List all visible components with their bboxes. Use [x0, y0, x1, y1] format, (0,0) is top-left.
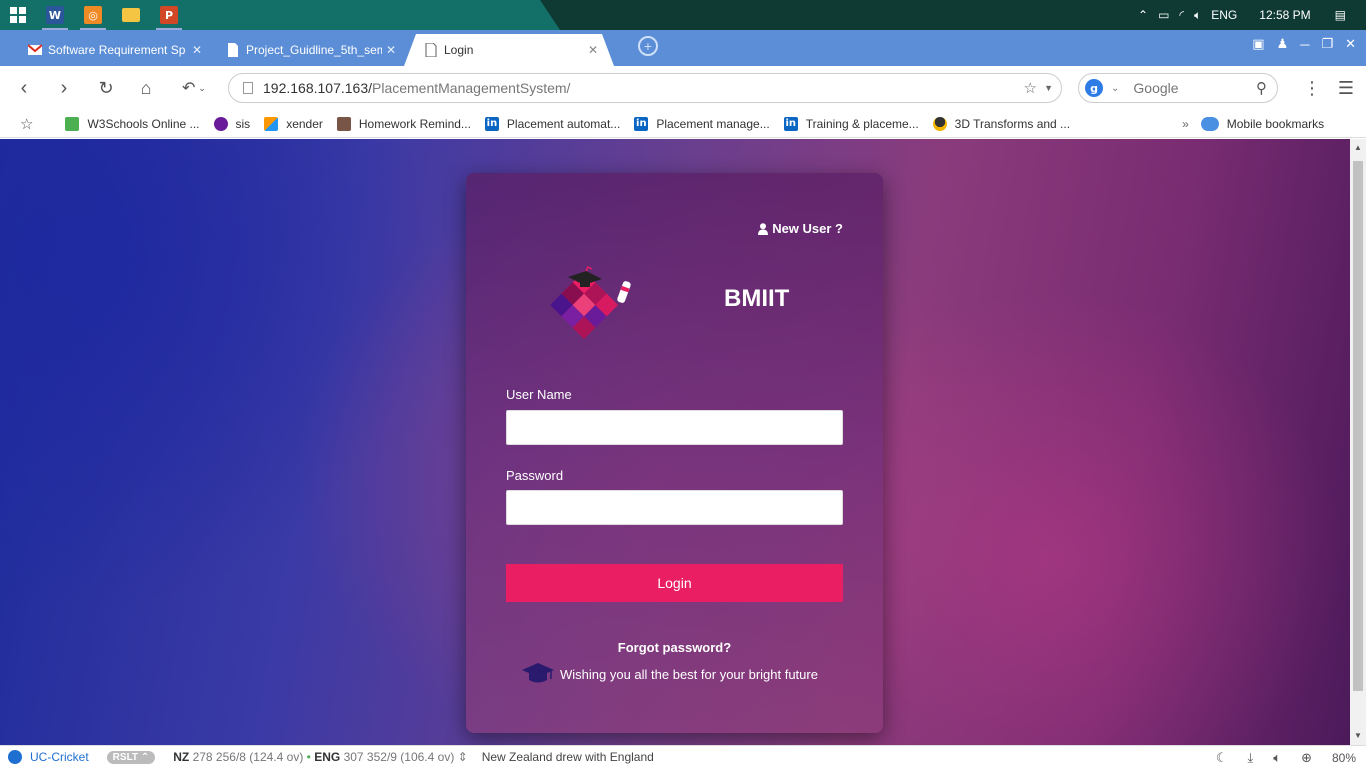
- search-input[interactable]: [1133, 80, 1244, 96]
- new-tab-icon[interactable]: +: [638, 36, 658, 56]
- zoom-level[interactable]: 80%: [1332, 751, 1356, 765]
- user-icon: [758, 222, 769, 235]
- document-icon: [424, 43, 438, 57]
- bookmark-sis[interactable]: sis: [213, 116, 250, 131]
- volume-icon[interactable]: 🔈︎: [1194, 8, 1201, 23]
- window-controls: ▣ ♟ ─ ❐ ✕: [1252, 30, 1366, 58]
- windows-start-icon[interactable]: [0, 0, 36, 30]
- zoom-icon[interactable]: ⊕: [1301, 750, 1312, 766]
- bookmark-star-icon[interactable]: ☆: [20, 115, 33, 133]
- password-label: Password: [506, 468, 564, 483]
- wish-message: Wishing you all the best for your bright…: [522, 663, 818, 685]
- gmail-icon: [28, 44, 42, 55]
- scroll-down-icon[interactable]: ▼: [1354, 731, 1362, 740]
- document-icon: [228, 43, 238, 57]
- google-icon[interactable]: g: [1085, 79, 1103, 97]
- bmiit-logo-icon: [550, 265, 631, 339]
- password-input[interactable]: [506, 490, 843, 525]
- restore-icon[interactable]: ❐: [1321, 36, 1333, 52]
- download-icon[interactable]: ⤓: [1248, 750, 1254, 766]
- bookmark-star-icon[interactable]: ☆: [1024, 79, 1037, 97]
- uc-cricket[interactable]: UC-Cricket: [8, 750, 89, 764]
- night-mode-icon[interactable]: ☾: [1216, 750, 1228, 766]
- w3schools-icon: [65, 116, 80, 131]
- username-label: User Name: [506, 387, 572, 402]
- linkedin-icon: in: [783, 116, 798, 131]
- match-result: New Zealand drew with England: [481, 750, 654, 764]
- menu-icon[interactable]: ☰: [1332, 74, 1360, 102]
- login-button[interactable]: Login: [506, 564, 843, 602]
- bookmark-homework[interactable]: Homework Remind...: [336, 116, 471, 131]
- linkedin-icon: in: [484, 116, 499, 131]
- battery-icon[interactable]: ▭: [1158, 8, 1169, 22]
- volume-icon[interactable]: 🔈︎: [1273, 750, 1281, 766]
- page-info-icon[interactable]: [243, 82, 253, 94]
- tab-strip: Software Requirement Sp ✕ Project_Guidli…: [0, 30, 1366, 66]
- file-explorer-icon[interactable]: [112, 0, 150, 30]
- minimize-icon[interactable]: ─: [1300, 37, 1309, 52]
- bookmarks-bar: ☆ W3Schools Online ... sis xender Homewo…: [0, 110, 1366, 138]
- home-icon[interactable]: ⌂: [132, 74, 160, 102]
- new-user-link[interactable]: New User ?: [758, 221, 843, 236]
- bookmark-xender[interactable]: xender: [264, 116, 323, 131]
- chevron-up-icon[interactable]: ⌃: [1138, 8, 1148, 22]
- page-background: New User ? BMIIT User Name Password Logi…: [0, 139, 1350, 745]
- system-tray: ⌃ ▭ ◜ 🔈︎ ENG 12:58 PM ▤: [1138, 0, 1366, 30]
- skin-icon[interactable]: ♟: [1277, 36, 1289, 52]
- linkedin-icon: in: [634, 116, 649, 131]
- word-icon[interactable]: W: [36, 0, 74, 30]
- xender-icon: [264, 116, 279, 131]
- graduation-cap-icon: [522, 663, 554, 683]
- windows-taskbar: W ◎ P ⌃ ▭ ◜ 🔈︎ ENG 12:58 PM ▤: [0, 0, 1366, 30]
- bookmark-placement-automation[interactable]: in Placement automat...: [484, 116, 620, 131]
- tab-close-icon[interactable]: ✕: [386, 43, 396, 57]
- cloud-icon: [1200, 116, 1219, 131]
- vertical-scrollbar[interactable]: ▲ ▼: [1350, 139, 1366, 745]
- login-card: New User ? BMIIT User Name Password Logi…: [466, 173, 883, 733]
- back-icon[interactable]: ‹: [10, 74, 38, 102]
- forgot-password-link[interactable]: Forgot password?: [466, 640, 883, 655]
- language-indicator[interactable]: ENG: [1211, 8, 1237, 22]
- tab-software-requirement[interactable]: Software Requirement Sp ✕: [18, 34, 212, 66]
- scroll-up-icon[interactable]: ▲: [1354, 143, 1362, 152]
- reload-icon[interactable]: ↻: [92, 74, 120, 102]
- uc-browser-icon[interactable]: ◎: [74, 0, 112, 30]
- more-options-icon[interactable]: ⋮: [1298, 74, 1326, 102]
- forward-icon[interactable]: ›: [50, 74, 78, 102]
- tab-manager-icon[interactable]: ▣: [1252, 36, 1264, 52]
- bookmark-3d-transforms[interactable]: 3D Transforms and ...: [932, 116, 1070, 131]
- tux-icon: [932, 116, 947, 131]
- browser-toolbar: ‹ › ↻ ⌂ ↶ ⌄ 192.168.107.163/PlacementMana…: [0, 66, 1366, 110]
- notifications-icon[interactable]: ▤: [1335, 8, 1346, 22]
- clock[interactable]: 12:58 PM: [1259, 8, 1310, 22]
- result-badge[interactable]: RSLT ⌃: [106, 750, 156, 764]
- bookmark-w3schools[interactable]: W3Schools Online ...: [65, 116, 200, 131]
- mobile-bookmarks[interactable]: Mobile bookmarks: [1200, 116, 1324, 131]
- close-icon[interactable]: ✕: [1345, 36, 1356, 52]
- sis-icon: [213, 116, 228, 131]
- homework-icon: [336, 116, 351, 131]
- chevron-down-icon[interactable]: ⌄: [1111, 83, 1119, 94]
- tab-login[interactable]: Login ✕: [404, 34, 614, 66]
- undo-close-icon[interactable]: ↶ ⌄: [174, 74, 214, 102]
- bookmark-placement-management[interactable]: in Placement manage...: [634, 116, 770, 131]
- tab-project-guideline[interactable]: Project_Guidline_5th_sem ✕: [216, 34, 406, 66]
- powerpoint-icon[interactable]: P: [150, 0, 188, 30]
- status-bar-controls: ☾ ⤓ 🔈︎ ⊕ 80%: [1216, 746, 1356, 768]
- status-bar: UC-Cricket RSLT ⌃ NZ 278 256/8 (124.4 ov…: [0, 745, 1366, 768]
- chevron-down-icon[interactable]: ▼: [1044, 83, 1053, 93]
- score-line: NZ 278 256/8 (124.4 ov) • ENG 307 352/9 …: [173, 750, 468, 764]
- tab-close-icon[interactable]: ✕: [192, 43, 202, 57]
- username-input[interactable]: [506, 410, 843, 445]
- bookmark-training-placement[interactable]: in Training & placeme...: [783, 116, 919, 131]
- more-bookmarks-icon[interactable]: »: [1182, 117, 1189, 131]
- address-bar[interactable]: 192.168.107.163/PlacementManagementSyste…: [228, 73, 1062, 103]
- wifi-icon[interactable]: ◜: [1179, 8, 1184, 22]
- tab-close-icon[interactable]: ✕: [588, 43, 598, 57]
- scrollbar-thumb[interactable]: [1353, 161, 1363, 691]
- brand-title: BMIIT: [724, 285, 790, 312]
- search-icon[interactable]: ⚲: [1256, 79, 1267, 97]
- search-box[interactable]: g ⌄ ⚲: [1078, 73, 1278, 103]
- cricket-ball-icon: [8, 750, 22, 764]
